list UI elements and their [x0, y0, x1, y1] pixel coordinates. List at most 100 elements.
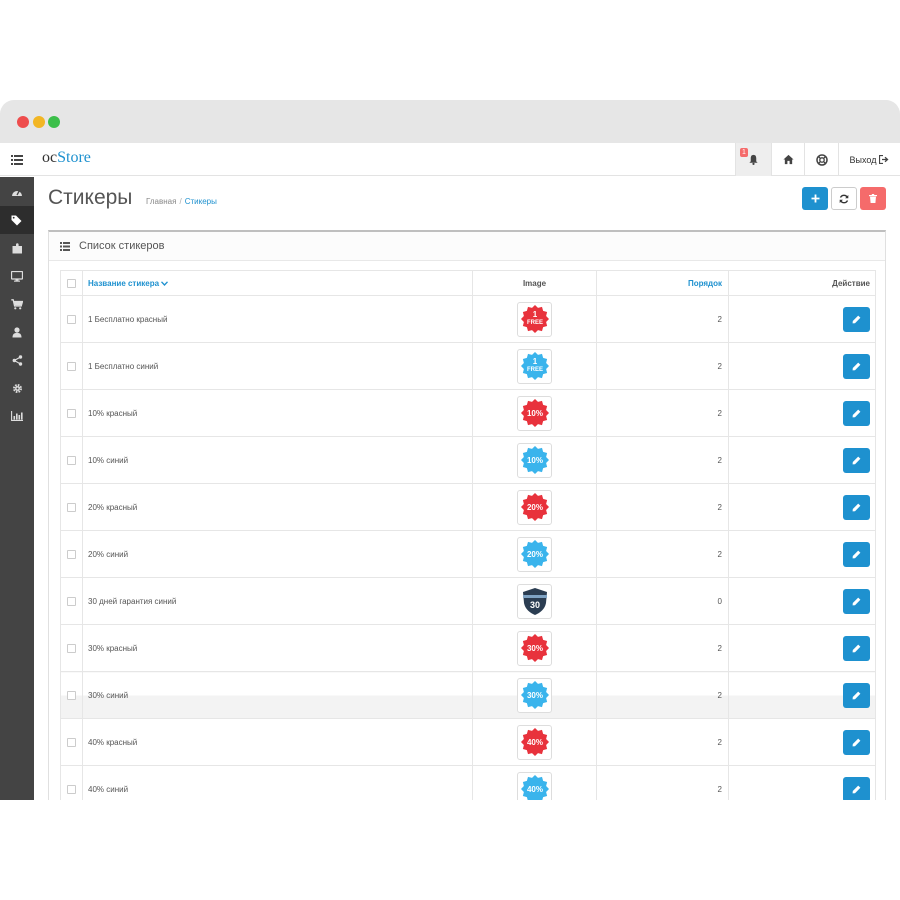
sticker-table: Название стикера Image Порядок Действие …: [60, 270, 876, 800]
menu-toggle-button[interactable]: [0, 143, 34, 176]
help-button[interactable]: [804, 143, 838, 176]
delete-button[interactable]: [860, 187, 886, 210]
sticker-sort-order: 2: [596, 436, 729, 484]
edit-sticker-button[interactable]: [843, 494, 870, 520]
sticker-image-cell: 30%: [472, 624, 597, 672]
sidebar-item-extensions[interactable]: [0, 234, 34, 262]
badge-text: 20%: [526, 503, 542, 512]
row-select-cell: [60, 671, 83, 719]
row-checkbox[interactable]: [67, 643, 76, 653]
edit-sticker-button[interactable]: [843, 635, 870, 661]
row-checkbox[interactable]: [67, 549, 76, 559]
sidebar-item-catalog[interactable]: [0, 206, 34, 234]
logout-button[interactable]: Выход: [838, 143, 900, 176]
add-sticker-button[interactable]: [802, 187, 828, 210]
sticker-image-cell: 20%: [472, 483, 597, 531]
window-minimize-dot[interactable]: [33, 116, 45, 128]
sidebar-item-system[interactable]: [0, 374, 34, 402]
edit-sticker-button[interactable]: [843, 306, 870, 332]
edit-sticker-button[interactable]: [843, 729, 870, 755]
edit-sticker-button[interactable]: [843, 353, 870, 379]
sidebar-item-dashboard[interactable]: [0, 178, 34, 206]
row-action-cell: [728, 389, 876, 437]
badge-text: 30: [529, 600, 539, 610]
edit-sticker-button[interactable]: [843, 400, 870, 426]
row-action-cell: [728, 436, 876, 484]
sidebar-item-customers[interactable]: [0, 318, 34, 346]
notifications-button[interactable]: 1: [735, 143, 771, 176]
row-select-cell: [60, 577, 83, 625]
sidebar-item-sales[interactable]: [0, 290, 34, 318]
row-action-cell: [728, 577, 876, 625]
starburst-badge-icon: 40%: [520, 728, 549, 756]
warranty-shield-badge-icon: 30: [522, 588, 547, 615]
row-action-cell: [728, 483, 876, 531]
edit-sticker-button[interactable]: [843, 541, 870, 567]
row-select-cell: [60, 624, 83, 672]
column-header-name[interactable]: Название стикера: [82, 270, 473, 296]
pencil-icon: [852, 362, 861, 370]
edit-sticker-button[interactable]: [843, 447, 870, 473]
column-header-image: Image: [472, 270, 597, 296]
sticker-name: 40% синий: [82, 765, 473, 800]
sticker-name: 30% синий: [82, 671, 473, 719]
row-select-cell: [60, 295, 83, 343]
row-select-cell: [60, 483, 83, 531]
sticker-thumbnail: 30%: [517, 630, 552, 666]
sticker-image-cell: 1 FREE: [472, 295, 597, 343]
sidebar-item-design[interactable]: [0, 262, 34, 290]
select-all-cell: [60, 270, 83, 296]
sticker-name: 1 Бесплатно красный: [82, 295, 473, 343]
sticker-name: 10% синий: [82, 436, 473, 484]
row-checkbox[interactable]: [67, 455, 76, 465]
starburst-badge-icon: 1 FREE: [520, 352, 549, 380]
sticker-thumbnail: 20%: [517, 489, 552, 525]
sidebar-item-reports[interactable]: [0, 402, 34, 430]
select-all-checkbox[interactable]: [67, 278, 76, 288]
row-action-cell: [728, 342, 876, 390]
refresh-button[interactable]: [831, 187, 857, 210]
trash-icon: [869, 194, 877, 203]
row-checkbox[interactable]: [67, 361, 76, 371]
refresh-icon: [839, 194, 849, 203]
table-row: 30 дней гарантия синий 30 0: [60, 577, 876, 625]
sticker-name: 10% красный: [82, 389, 473, 437]
ocstore-logo[interactable]: ocStore: [42, 149, 91, 167]
shopping-cart-icon: [11, 298, 23, 309]
starburst-badge-icon: 20%: [520, 540, 549, 568]
row-action-cell: [728, 765, 876, 800]
pencil-icon: [852, 691, 861, 699]
row-checkbox[interactable]: [67, 690, 76, 700]
breadcrumb: Главная / Стикеры: [146, 197, 217, 206]
window-maximize-dot[interactable]: [48, 116, 60, 128]
share-icon: [12, 354, 22, 366]
starburst-badge-icon: 10%: [520, 446, 549, 474]
row-checkbox[interactable]: [67, 596, 76, 606]
row-checkbox[interactable]: [67, 784, 76, 794]
home-button[interactable]: [771, 143, 804, 176]
sticker-list-panel: Список стикеров Название стикера Image П…: [48, 230, 886, 800]
starburst-badge-icon: 10%: [520, 399, 549, 427]
edit-sticker-button[interactable]: [843, 776, 870, 800]
row-checkbox[interactable]: [67, 408, 76, 418]
sign-out-icon: [879, 155, 889, 164]
row-action-cell: [728, 530, 876, 578]
row-checkbox[interactable]: [67, 737, 76, 747]
sidebar-item-marketing[interactable]: [0, 346, 34, 374]
badge-text: 30%: [526, 691, 542, 700]
pencil-icon: [852, 644, 861, 652]
tags-icon: [11, 215, 22, 225]
table-row: 10% синий 10% 2: [60, 436, 876, 484]
gear-icon: [12, 383, 22, 393]
breadcrumb-home-link[interactable]: Главная: [146, 197, 176, 206]
starburst-badge-icon: 20%: [520, 493, 549, 521]
row-select-cell: [60, 436, 83, 484]
edit-sticker-button[interactable]: [843, 588, 870, 614]
row-checkbox[interactable]: [67, 502, 76, 512]
breadcrumb-current-link[interactable]: Стикеры: [185, 197, 217, 206]
column-header-order[interactable]: Порядок: [596, 270, 729, 296]
window-close-dot[interactable]: [17, 116, 29, 128]
sticker-name: 20% красный: [82, 483, 473, 531]
row-checkbox[interactable]: [67, 314, 76, 324]
edit-sticker-button[interactable]: [843, 682, 870, 708]
